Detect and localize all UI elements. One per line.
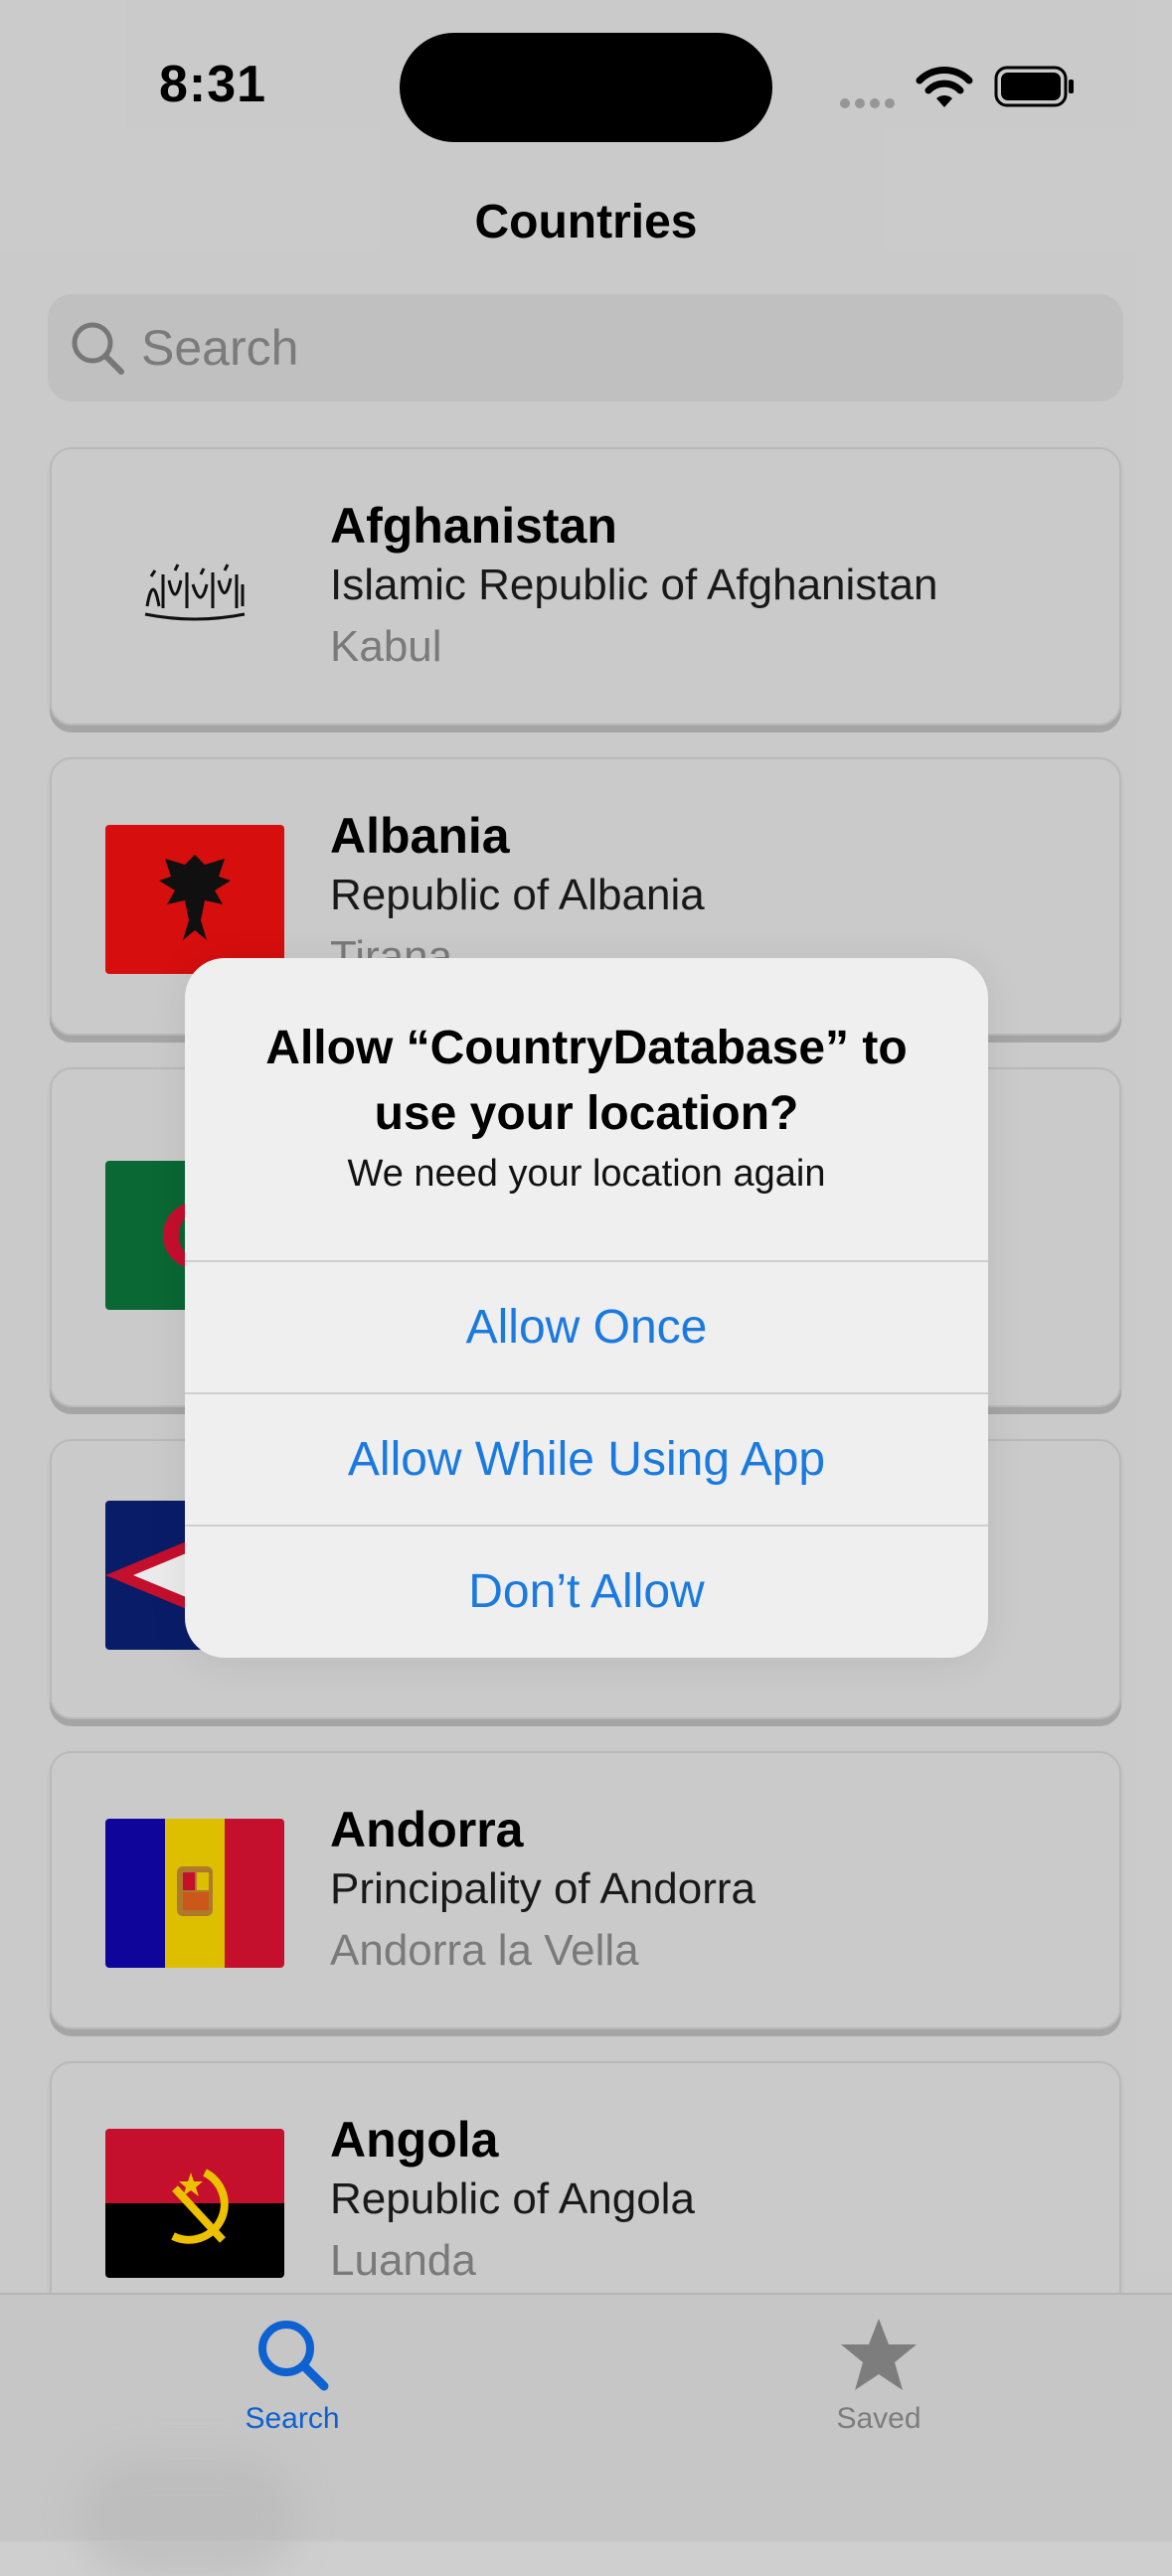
allow-while-using-app-button[interactable]: Allow While Using App [185,1392,988,1524]
allow-once-button[interactable]: Allow Once [185,1260,988,1391]
alert-message: We need your location again [347,1153,826,1195]
location-permission-alert: Allow “CountryDatabase” to use your loca… [185,958,988,1658]
alert-title: Allow “CountryDatabase” to use your loca… [265,1022,908,1140]
dont-allow-button[interactable]: Don’t Allow [185,1525,988,1656]
